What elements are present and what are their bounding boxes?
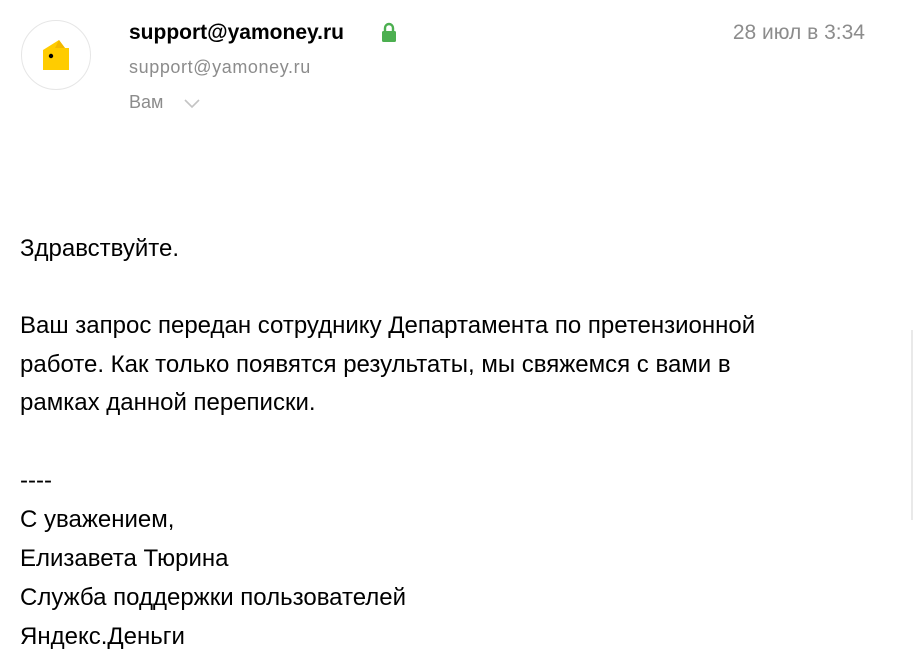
paragraph-line: рамках данной переписки. xyxy=(20,389,316,416)
signature-company: Яндекс.Деньги xyxy=(20,623,185,650)
recipient-label[interactable]: Вам xyxy=(129,91,163,113)
paragraph-line: работе. Как только появятся результаты, … xyxy=(20,350,731,378)
signature-closing: С уважением, xyxy=(20,506,175,533)
message-body: Здравствуйте. Ваш запрос передан сотрудн… xyxy=(20,230,880,656)
message-date: 28 июл в 3:34 xyxy=(732,21,865,44)
separator: ---- xyxy=(20,467,52,494)
yandex-money-wallet-icon xyxy=(43,40,69,70)
paragraph-line: Ваш запрос передан сотруднику Департамен… xyxy=(20,312,756,339)
greeting: Здравствуйте. xyxy=(20,235,180,262)
lock-icon xyxy=(382,22,396,42)
sender-avatar[interactable] xyxy=(21,20,91,90)
signature-department: Служба поддержки пользователей xyxy=(20,584,407,611)
signature-name: Елизавета Тюрина xyxy=(20,545,229,572)
chevron-down-icon[interactable] xyxy=(183,97,201,109)
sender-name[interactable]: support@yamoney.ru xyxy=(129,20,344,46)
sender-email[interactable]: support@yamoney.ru xyxy=(129,56,311,78)
